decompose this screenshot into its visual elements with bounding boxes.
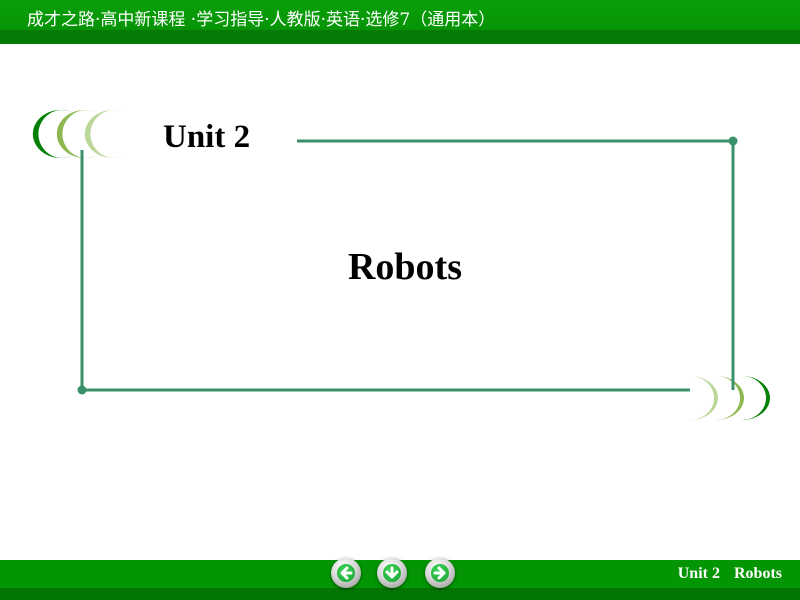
home-button[interactable] <box>377 558 407 588</box>
crescent-decoration-right <box>690 376 770 420</box>
arrow-right-icon <box>431 564 449 582</box>
footer-strip <box>0 588 800 600</box>
arrow-left-icon <box>337 564 355 582</box>
previous-button[interactable] <box>331 558 361 588</box>
frame-dot-bottom-left <box>77 385 87 395</box>
footer-topic: Robots <box>733 565 782 582</box>
unit-label: Unit 2 <box>163 119 251 155</box>
footer-unit: Unit 2 <box>677 565 720 582</box>
title-frame <box>32 110 770 420</box>
crescent-decoration-left <box>32 110 124 159</box>
frame-dot-top-right <box>728 136 738 146</box>
next-button[interactable] <box>425 558 455 588</box>
slide-title: Robots <box>347 246 463 288</box>
footer-caption: Unit 2 Robots <box>664 565 782 583</box>
arrow-down-icon <box>383 564 401 582</box>
